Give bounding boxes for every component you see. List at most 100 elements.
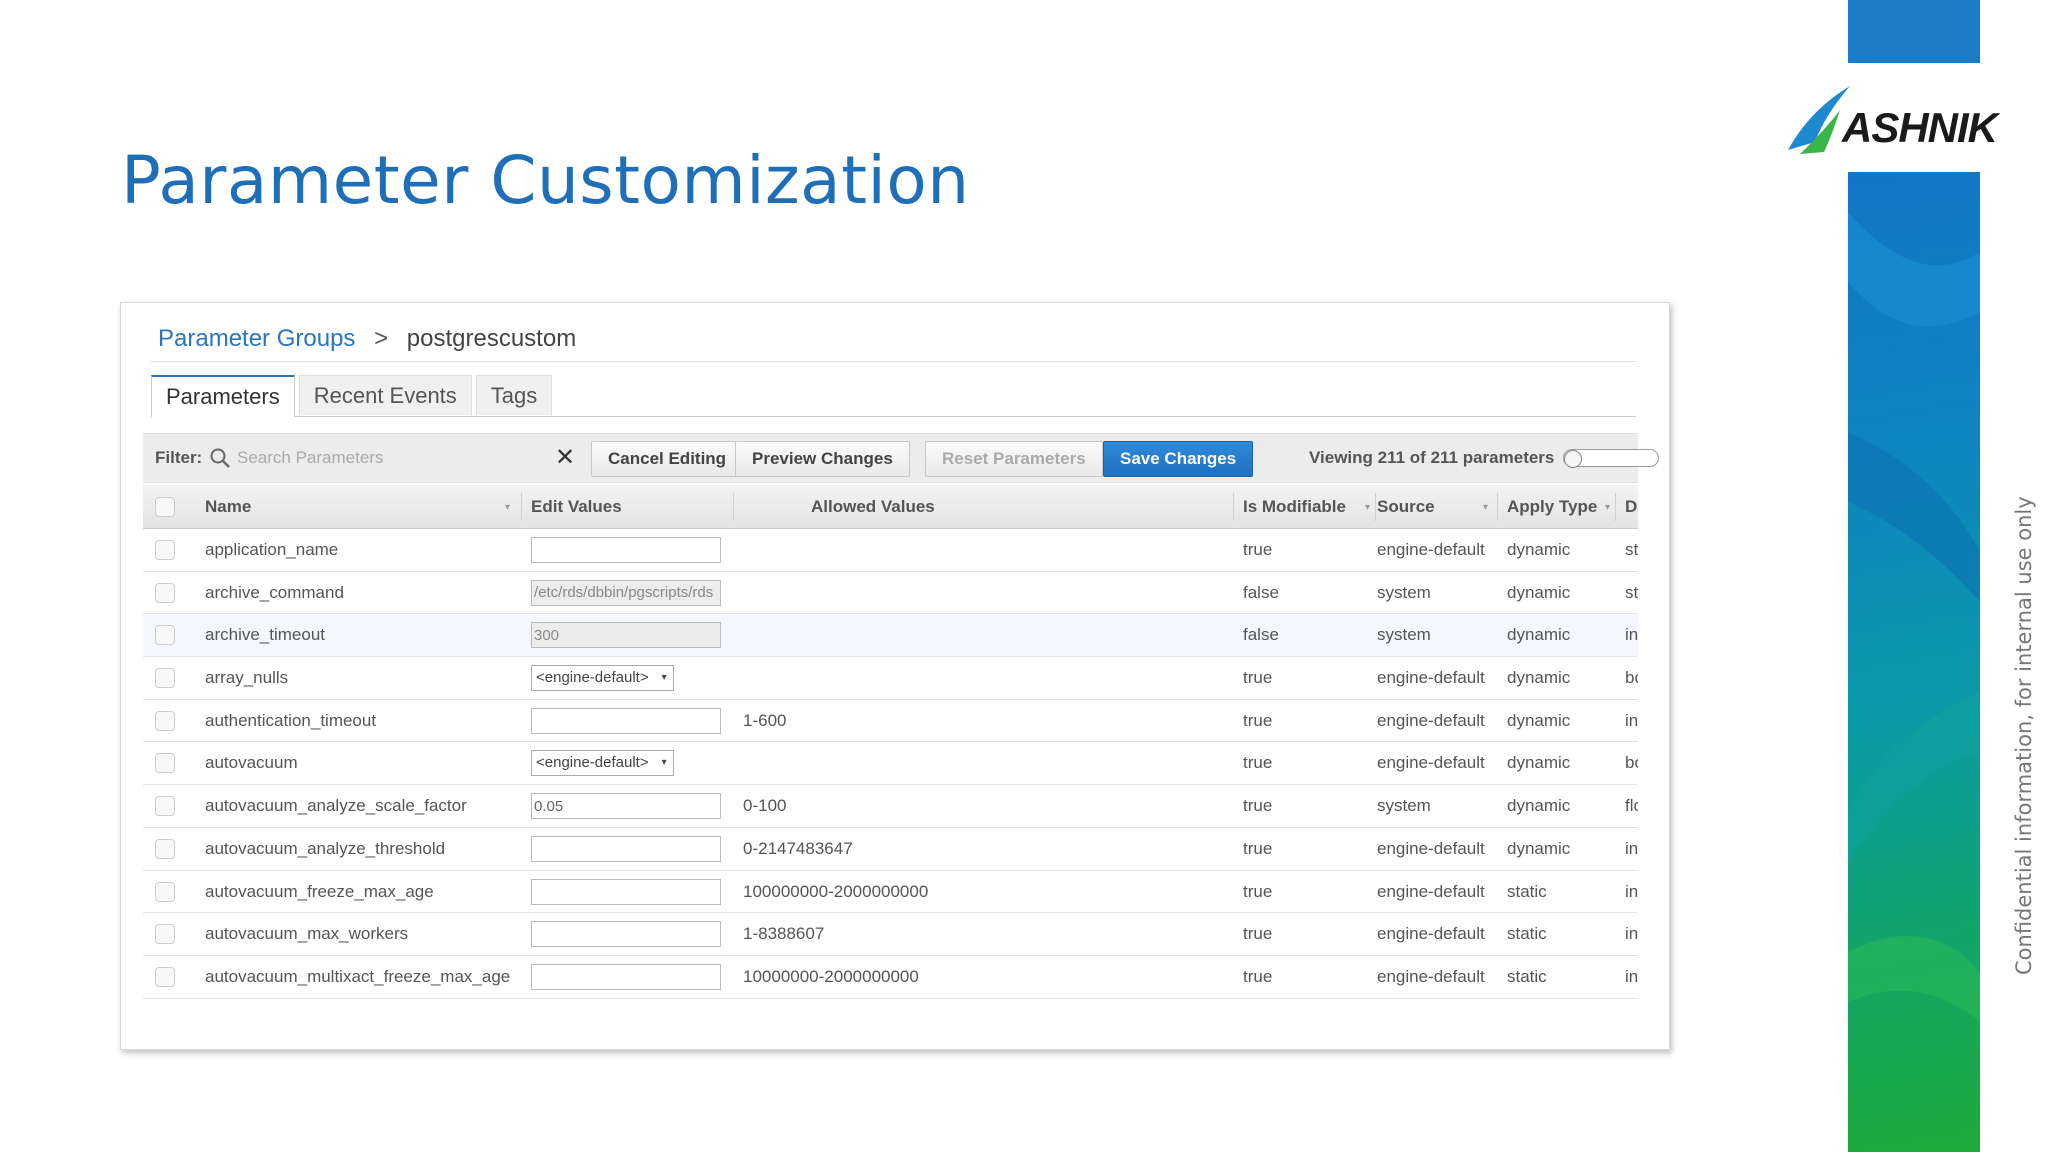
breadcrumb-separator: > <box>374 325 389 352</box>
tab-tags[interactable]: Tags <box>475 375 553 415</box>
column-divider <box>521 493 522 521</box>
sort-apply-type-icon[interactable]: ▾ <box>1605 502 1610 513</box>
data-type: inte <box>1625 924 1638 944</box>
select-all-checkbox[interactable] <box>155 497 175 517</box>
edit-value-input[interactable] <box>531 793 721 820</box>
edit-value-input[interactable] <box>531 963 721 990</box>
filter-label: Filter: <box>155 448 203 467</box>
parameter-name: array_nulls <box>205 668 289 688</box>
logo-text: ASHNIK <box>1842 104 1998 151</box>
edit-value-input <box>531 579 721 606</box>
is-modifiable: false <box>1243 625 1279 645</box>
apply-type: dynamic <box>1507 753 1571 773</box>
apply-type: dynamic <box>1507 582 1571 602</box>
edit-value-input[interactable] <box>531 537 721 563</box>
tab-recent-events[interactable]: Recent Events <box>298 375 472 415</box>
parameter-name: autovacuum_multixact_freeze_max_age <box>205 966 511 986</box>
dropdown-caret-icon: ▾ <box>661 757 667 769</box>
allowed-values: 1-8388607 <box>743 924 825 944</box>
edit-value-input[interactable] <box>531 878 721 905</box>
is-modifiable: true <box>1243 668 1273 688</box>
data-type: strin <box>1625 540 1638 559</box>
tab-bar: Parameters Recent Events Tags <box>151 375 1636 417</box>
edit-value-input[interactable] <box>531 707 721 734</box>
display-toggle[interactable] <box>1563 449 1659 468</box>
row-checkbox[interactable] <box>155 582 175 603</box>
data-type: bool <box>1625 753 1638 773</box>
save-changes-button[interactable]: Save Changes <box>1103 441 1254 477</box>
is-modifiable: true <box>1243 966 1273 986</box>
column-header-name[interactable]: Name <box>205 497 251 517</box>
column-divider <box>733 493 734 521</box>
column-header-source[interactable]: Source <box>1377 497 1435 517</box>
row-checkbox[interactable] <box>155 710 175 731</box>
grid-header: Name ▾ Edit Values Allowed Values Is Mod… <box>143 485 1638 529</box>
column-header-apply-type[interactable]: Apply Type <box>1507 497 1597 517</box>
table-row[interactable]: archive_timeout false system dynamic int… <box>143 614 1638 658</box>
column-header-is-modifiable[interactable]: Is Modifiable <box>1243 497 1346 517</box>
table-row[interactable]: archive_command false system dynamic str… <box>143 572 1638 615</box>
slide-title: Parameter Customization <box>121 142 970 219</box>
source: engine-default <box>1377 966 1485 986</box>
breadcrumb-link-parameter-groups[interactable]: Parameter Groups <box>158 325 355 352</box>
clear-search-icon[interactable]: ✕ <box>555 446 575 470</box>
divider <box>151 361 1636 362</box>
sort-name-icon[interactable]: ▾ <box>505 502 510 513</box>
table-row[interactable]: autovacuum <engine-default> ▾ true engine… <box>143 742 1638 786</box>
edit-value-input <box>531 622 721 649</box>
source: system <box>1377 582 1431 602</box>
decorative-band <box>1848 172 1980 1152</box>
data-type: inte <box>1625 710 1638 730</box>
column-header-allowed-values: Allowed Values <box>811 497 935 516</box>
table-row[interactable]: application_name true engine-default dyn… <box>143 529 1638 572</box>
viewing-count: Viewing 211 of 211 parameters <box>1309 448 1555 467</box>
parameter-name: authentication_timeout <box>205 710 377 730</box>
row-checkbox[interactable] <box>155 924 175 945</box>
table-row[interactable]: autovacuum_analyze_scale_factor 0-100 tr… <box>143 785 1638 828</box>
apply-type: dynamic <box>1507 668 1571 688</box>
column-header-data-type: Dat <box>1625 497 1638 516</box>
table-row[interactable]: autovacuum_freeze_max_age 100000000-2000… <box>143 871 1638 914</box>
table-row[interactable]: authentication_timeout 1-600 true engine… <box>143 700 1638 743</box>
edit-value-select[interactable]: <engine-default> ▾ <box>531 750 674 777</box>
table-row[interactable]: autovacuum_multixact_freeze_max_age 1000… <box>143 956 1638 999</box>
preview-changes-button[interactable]: Preview Changes <box>735 441 910 477</box>
row-checkbox[interactable] <box>155 540 175 560</box>
sort-source-icon[interactable]: ▾ <box>1483 502 1488 513</box>
row-checkbox[interactable] <box>155 966 175 987</box>
data-type: inte <box>1625 966 1638 986</box>
parameters-grid: application_name true engine-default dyn… <box>143 529 1638 999</box>
column-divider <box>1375 493 1376 521</box>
table-row[interactable]: autovacuum_max_workers 1-8388607 true en… <box>143 913 1638 956</box>
apply-type: dynamic <box>1507 796 1571 816</box>
source: engine-default <box>1377 540 1485 559</box>
parameter-name: autovacuum <box>205 753 298 773</box>
row-checkbox[interactable] <box>155 753 175 774</box>
sort-modifiable-icon[interactable]: ▾ <box>1365 502 1370 513</box>
table-row[interactable]: array_nulls <engine-default> ▾ true engin… <box>143 657 1638 700</box>
parameter-name: autovacuum_max_workers <box>205 924 409 944</box>
parameter-name: application_name <box>205 540 339 559</box>
column-divider <box>1233 493 1234 521</box>
cancel-editing-button[interactable]: Cancel Editing <box>591 441 744 477</box>
row-checkbox[interactable] <box>155 625 175 646</box>
confidential-note: Confidential information, for internal u… <box>2012 496 2036 975</box>
data-type: inte <box>1625 838 1638 858</box>
table-row[interactable]: autovacuum_analyze_threshold 0-214748364… <box>143 828 1638 871</box>
edit-value-input[interactable] <box>531 921 721 948</box>
reset-parameters-button[interactable]: Reset Parameters <box>925 441 1103 477</box>
edit-value-select[interactable]: <engine-default> ▾ <box>531 665 674 692</box>
apply-type: dynamic <box>1507 625 1571 645</box>
tab-parameters[interactable]: Parameters <box>151 375 295 417</box>
allowed-values: 0-2147483647 <box>743 838 853 858</box>
data-type: float <box>1625 796 1638 816</box>
row-checkbox[interactable] <box>155 881 175 902</box>
parameter-name: archive_command <box>205 582 344 602</box>
row-checkbox[interactable] <box>155 668 175 689</box>
is-modifiable: true <box>1243 540 1273 559</box>
row-checkbox[interactable] <box>155 838 175 859</box>
parameter-name: autovacuum_analyze_scale_factor <box>205 796 467 816</box>
row-checkbox[interactable] <box>155 796 175 817</box>
search-input[interactable] <box>237 442 567 474</box>
edit-value-input[interactable] <box>531 835 721 862</box>
